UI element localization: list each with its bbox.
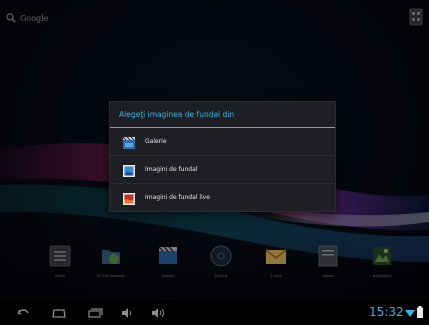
recent-apps-button[interactable] (87, 305, 103, 319)
back-button[interactable] (15, 305, 31, 319)
recent-apps-icon (88, 308, 103, 318)
home-button[interactable] (51, 305, 67, 319)
option-wallpapers[interactable]: Imagini de fundal (110, 155, 335, 183)
wallpapers-icon (122, 163, 136, 177)
dialog-title: Alegeţi imaginea de fundal din (110, 102, 335, 128)
gallery-icon (122, 135, 136, 149)
option-label: Imagini de fundal live (145, 194, 210, 201)
option-live-wallpapers[interactable]: Imagini de fundal live (110, 183, 335, 211)
battery-icon (417, 306, 423, 318)
wifi-icon (405, 310, 415, 317)
option-label: Imagini de fundal (145, 166, 198, 173)
live-wallpapers-icon (122, 191, 136, 205)
system-navigation-bar: 15:32 (0, 300, 429, 325)
home-screen: Google Setări ES File Explorer Galerie M… (0, 0, 429, 325)
option-gallery[interactable]: Galerie (110, 128, 335, 155)
volume-up-icon (152, 308, 164, 318)
volume-up-button[interactable] (150, 305, 166, 319)
status-clock[interactable]: 15:32 (369, 305, 404, 319)
back-icon (17, 309, 29, 315)
wallpaper-chooser-dialog: Alegeţi imaginea de fundal din Galerie I… (109, 101, 336, 212)
option-label: Galerie (145, 138, 167, 145)
volume-down-icon (122, 308, 132, 318)
home-icon (52, 309, 66, 318)
volume-down-button[interactable] (119, 305, 135, 319)
